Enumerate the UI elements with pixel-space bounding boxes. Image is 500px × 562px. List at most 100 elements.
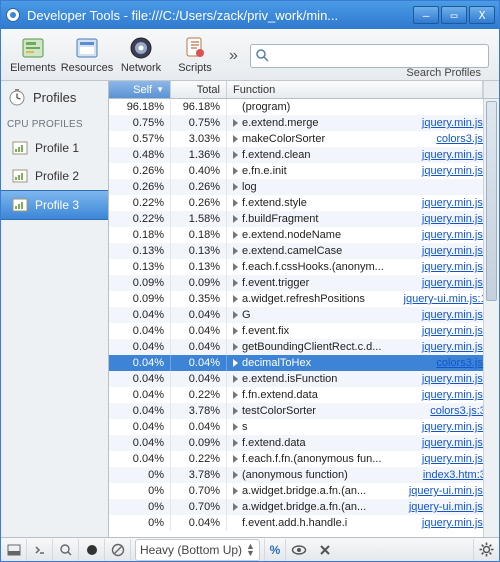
table-row[interactable]: 0.04%0.04%Gjquery.min.js:2	[109, 307, 499, 323]
source-link[interactable]: jquery-ui.min.js:1	[409, 501, 492, 513]
table-row[interactable]: 0.04%0.22%f.fn.extend.datajquery.min.js:…	[109, 387, 499, 403]
window-close-button[interactable]: X	[469, 6, 495, 24]
source-link[interactable]: jquery.min.js:2	[422, 245, 492, 257]
source-link[interactable]: jquery.min.js:4	[422, 261, 492, 273]
table-row[interactable]: 0%3.78%(anonymous function)index3.htm:36	[109, 467, 499, 483]
percent-toggle-button[interactable]: %	[264, 539, 286, 561]
expand-icon[interactable]	[233, 167, 238, 175]
table-row[interactable]: 0.22%0.26%f.extend.stylejquery.min.js:4	[109, 195, 499, 211]
table-row[interactable]: 0%0.70%a.widget.bridge.a.fn.(an...jquery…	[109, 483, 499, 499]
table-row[interactable]: 0.04%0.09%f.extend.datajquery.min.js:2	[109, 435, 499, 451]
scrollbar-thumb[interactable]	[486, 101, 497, 301]
source-link[interactable]: jquery.min.js:3	[422, 517, 492, 529]
expand-icon[interactable]	[233, 119, 238, 127]
source-link[interactable]: jquery.min.js:2	[422, 117, 492, 129]
expand-icon[interactable]	[233, 295, 238, 303]
table-row[interactable]: 96.18%96.18%(program)	[109, 99, 499, 115]
table-row[interactable]: 0.09%0.09%f.event.triggerjquery.min.js:3	[109, 275, 499, 291]
expand-icon[interactable]	[233, 391, 238, 399]
magnify-button[interactable]	[53, 539, 79, 561]
col-function[interactable]: Function	[227, 81, 483, 98]
tab-network[interactable]: Network	[115, 31, 167, 75]
expand-icon[interactable]	[233, 455, 238, 463]
table-row[interactable]: 0.04%0.04%f.event.fixjquery.min.js:3	[109, 323, 499, 339]
table-row[interactable]: 0.04%0.22%f.each.f.fn.(anonymous fun...j…	[109, 451, 499, 467]
expand-icon[interactable]	[233, 135, 238, 143]
source-link[interactable]: jquery.min.js:2	[422, 437, 492, 449]
window-minimize-button[interactable]: —	[413, 6, 439, 24]
expand-icon[interactable]	[233, 151, 238, 159]
sidebar-item-profile[interactable]: Profile 2	[1, 162, 108, 190]
source-link[interactable]: jquery.min.js:2	[422, 421, 492, 433]
expand-icon[interactable]	[233, 407, 238, 415]
expand-icon[interactable]	[233, 311, 238, 319]
source-link[interactable]: jquery.min.js:4	[422, 149, 492, 161]
table-row[interactable]: 0.13%0.13%e.extend.camelCasejquery.min.j…	[109, 243, 499, 259]
source-link[interactable]: jquery.min.js:4	[422, 197, 492, 209]
source-link[interactable]: index3.htm:36	[423, 469, 492, 481]
source-link[interactable]: jquery-ui.min.js:11	[404, 293, 492, 305]
table-row[interactable]: 0.04%0.04%sjquery.min.js:2	[109, 419, 499, 435]
table-row[interactable]: 0.22%1.58%f.buildFragmentjquery.min.js:4	[109, 211, 499, 227]
table-row[interactable]: 0.13%0.13%f.each.f.cssHooks.(anonym...jq…	[109, 259, 499, 275]
source-link[interactable]: jquery.min.js:2	[422, 309, 492, 321]
source-link[interactable]: jquery.min.js:4	[422, 341, 492, 353]
table-row[interactable]: 0.18%0.18%e.extend.nodeNamejquery.min.js…	[109, 227, 499, 243]
expand-icon[interactable]	[233, 279, 238, 287]
expand-icon[interactable]	[233, 199, 238, 207]
exclude-button[interactable]	[312, 539, 338, 561]
focus-button[interactable]	[286, 539, 312, 561]
source-link[interactable]: jquery.min.js:4	[422, 213, 492, 225]
expand-icon[interactable]	[233, 263, 238, 271]
table-row[interactable]: 0%0.04%f.event.add.h.handle.ijquery.min.…	[109, 515, 499, 531]
table-row[interactable]: 0.26%0.40%e.fn.e.initjquery.min.js:2	[109, 163, 499, 179]
sidebar-profiles-header[interactable]: Profiles	[1, 81, 108, 113]
source-link[interactable]: jquery.min.js:2	[422, 373, 492, 385]
table-row[interactable]: 0.04%3.78%testColorSortercolors3.js:32	[109, 403, 499, 419]
table-row[interactable]: 0.57%3.03%makeColorSortercolors3.js:6	[109, 131, 499, 147]
table-row[interactable]: 0.48%1.36%f.extend.cleanjquery.min.js:4	[109, 147, 499, 163]
table-row[interactable]: 0.04%0.04%decimalToHexcolors3.js:1	[109, 355, 499, 371]
table-row[interactable]: 0%0.70%a.widget.bridge.a.fn.(an...jquery…	[109, 499, 499, 515]
expand-icon[interactable]	[233, 183, 238, 191]
clear-button[interactable]	[105, 539, 131, 561]
expand-icon[interactable]	[233, 423, 238, 431]
search-input[interactable]	[250, 44, 489, 68]
table-row[interactable]: 0.04%0.04%e.extend.isFunctionjquery.min.…	[109, 371, 499, 387]
tab-scripts[interactable]: Scripts	[169, 31, 221, 75]
col-total[interactable]: Total	[171, 81, 227, 98]
expand-icon[interactable]	[233, 375, 238, 383]
dock-side-button[interactable]	[1, 539, 27, 561]
col-self[interactable]: Self▼	[109, 81, 171, 98]
toolbar-overflow[interactable]: »	[223, 47, 244, 65]
source-link[interactable]: jquery.min.js:3	[422, 325, 492, 337]
source-link[interactable]: jquery.min.js:2	[422, 165, 492, 177]
table-row[interactable]: 0.75%0.75%e.extend.mergejquery.min.js:2	[109, 115, 499, 131]
source-link[interactable]: jquery.min.js:2	[422, 389, 492, 401]
expand-icon[interactable]	[233, 247, 238, 255]
sidebar-item-profile[interactable]: Profile 3	[1, 190, 108, 220]
tab-elements[interactable]: Elements	[7, 31, 59, 75]
expand-icon[interactable]	[233, 231, 238, 239]
view-mode-select[interactable]: Heavy (Bottom Up) ▲▼	[135, 539, 260, 561]
vertical-scrollbar[interactable]	[483, 99, 499, 537]
console-button[interactable]	[27, 539, 53, 561]
source-link[interactable]: jquery.min.js:3	[422, 277, 492, 289]
expand-icon[interactable]	[233, 439, 238, 447]
table-row[interactable]: 0.09%0.35%a.widget.refreshPositionsjquer…	[109, 291, 499, 307]
expand-icon[interactable]	[233, 215, 238, 223]
expand-icon[interactable]	[233, 343, 238, 351]
record-button[interactable]	[79, 539, 105, 561]
expand-icon[interactable]	[233, 471, 238, 479]
source-link[interactable]: jquery-ui.min.js:1	[409, 485, 492, 497]
source-link[interactable]: jquery.min.js:2	[422, 229, 492, 241]
expand-icon[interactable]	[233, 503, 238, 511]
settings-button[interactable]	[473, 539, 499, 561]
expand-icon[interactable]	[233, 359, 238, 367]
sidebar-item-profile[interactable]: Profile 1	[1, 134, 108, 162]
expand-icon[interactable]	[233, 327, 238, 335]
tab-resources[interactable]: Resources	[61, 31, 113, 75]
table-row[interactable]: 0.04%0.04%getBoundingClientRect.c.d...jq…	[109, 339, 499, 355]
table-row[interactable]: 0.26%0.26%log	[109, 179, 499, 195]
window-maximize-button[interactable]: ▭	[441, 6, 467, 24]
